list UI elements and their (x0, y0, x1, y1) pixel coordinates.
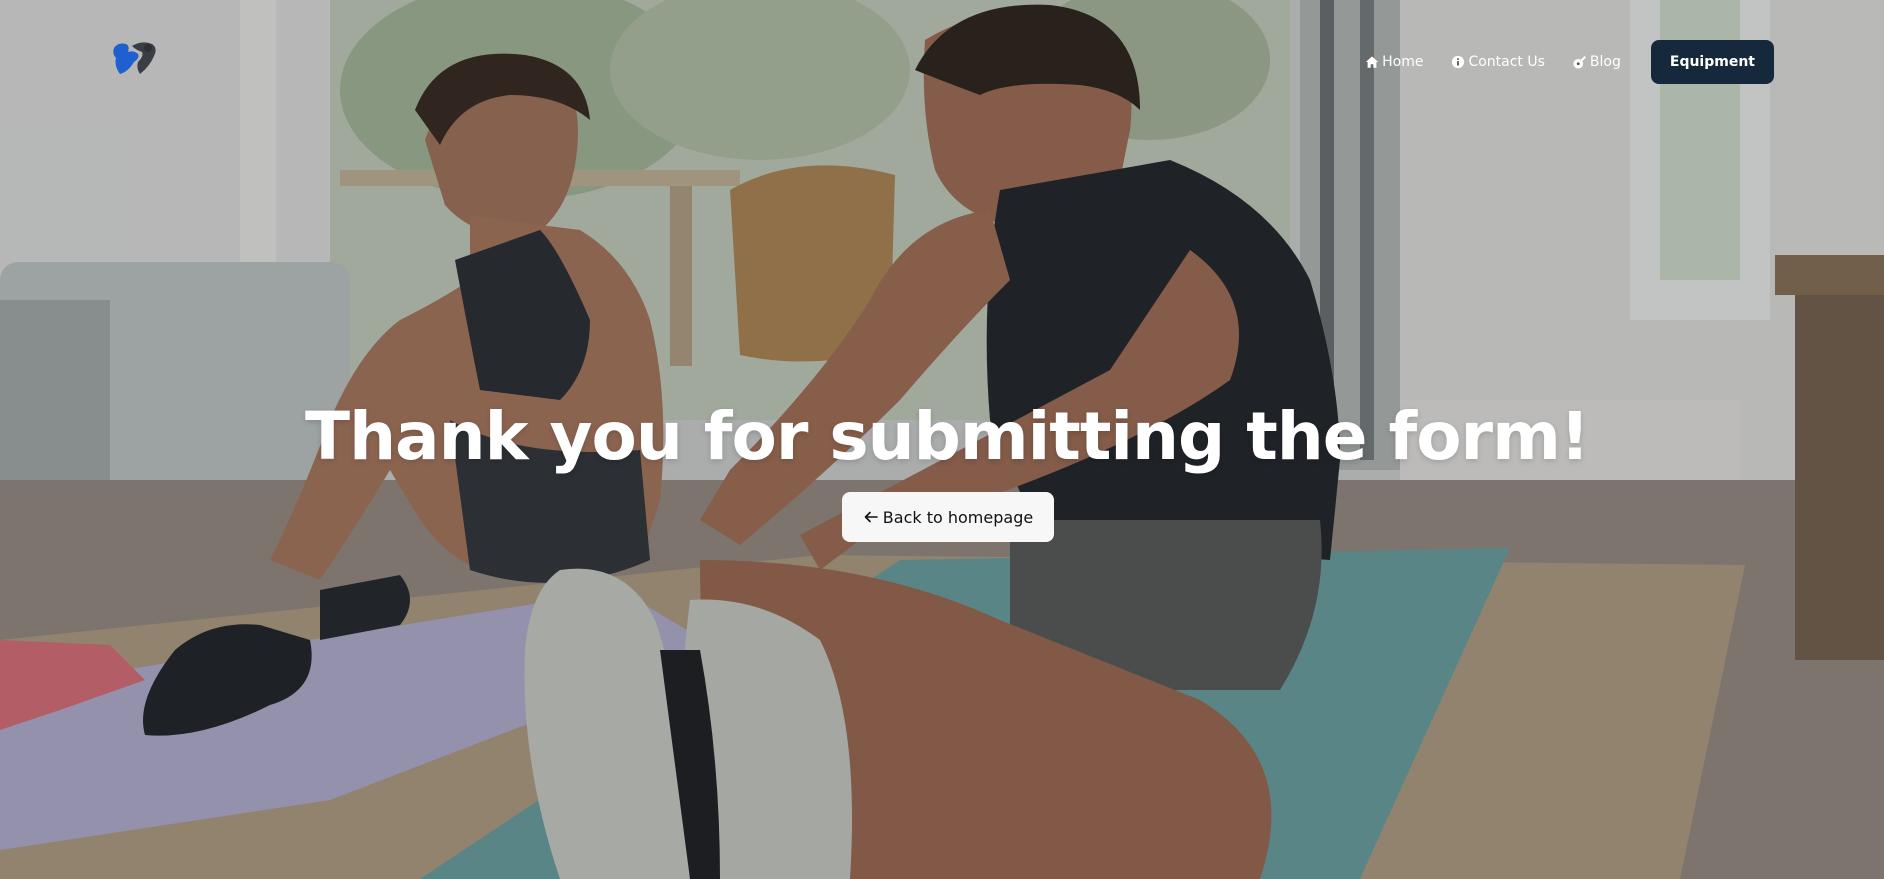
hero-section: Home Contact Us Blog Equipment Thank you… (0, 0, 1884, 879)
blog-icon (1573, 56, 1586, 69)
nav-link-blog[interactable]: Blog (1573, 54, 1621, 70)
back-button-label: Back to homepage (882, 507, 1034, 527)
nav-link-contact-us[interactable]: Contact Us (1451, 54, 1545, 70)
info-icon (1452, 55, 1465, 69)
home-icon (1365, 56, 1379, 68)
page-title: Thank you for submitting the form! (305, 398, 1590, 475)
nav-link-label: Home (1382, 54, 1424, 70)
nav-link-label: Contact Us (1468, 54, 1545, 70)
site-logo[interactable] (108, 38, 164, 78)
arrow-left-icon (864, 511, 878, 523)
nav-link-home[interactable]: Home (1365, 54, 1423, 70)
nav-link-label: Blog (1589, 54, 1621, 70)
main-navigation: Home Contact Us Blog Equipment (1365, 40, 1774, 84)
flexing-arm-logo-icon (113, 42, 156, 74)
back-to-homepage-button[interactable]: Back to homepage (842, 492, 1054, 542)
equipment-button[interactable]: Equipment (1650, 40, 1774, 84)
